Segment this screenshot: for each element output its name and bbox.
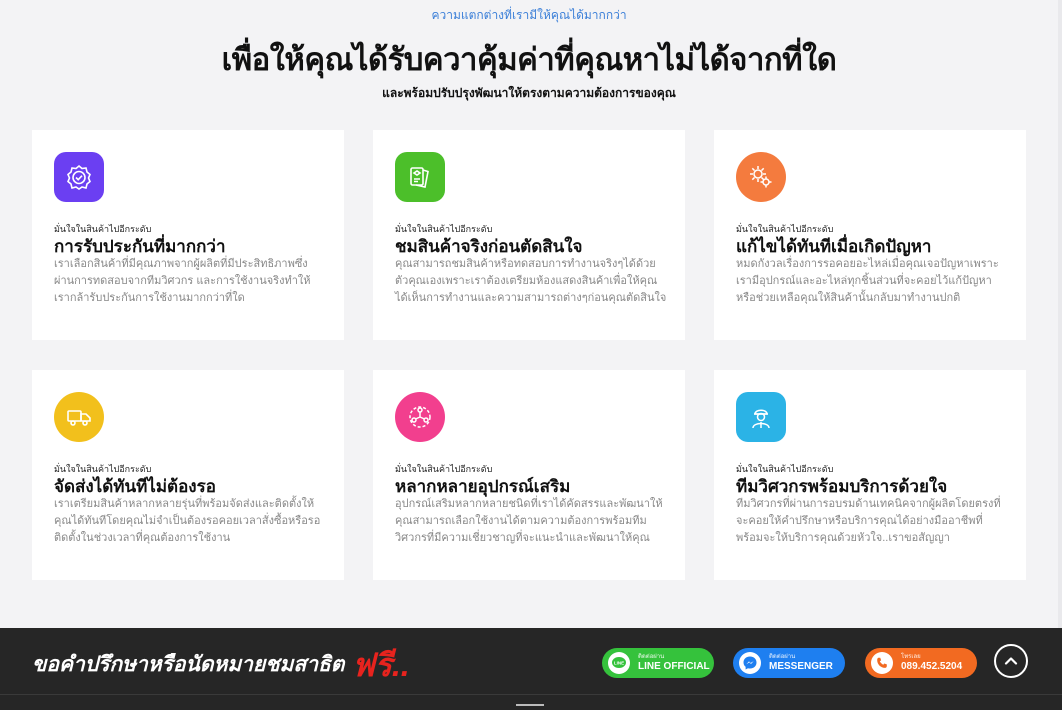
scroll-to-top-button[interactable] [994, 644, 1028, 678]
cta-text: ขอคำปรึกษาหรือนัดหมายชมสาธิต [32, 653, 345, 676]
engineer-icon [736, 392, 786, 442]
feature-card-showroom: มั่นใจในสินค้าไปอีกระดับ ชมสินค้าจริงก่อ… [373, 130, 685, 340]
card-description: ทีมวิศวกรที่ผ่านการอบรมด้านเทคนิคจากผู้ผ… [736, 498, 1001, 544]
messenger-label: MESSENGER [769, 661, 833, 672]
bottom-divider [0, 694, 1062, 695]
chevron-up-icon [1004, 657, 1018, 665]
feature-card-delivery: มั่นใจในสินค้าไปอีกระดับ จัดส่งได้ทันทีไ… [32, 370, 344, 580]
page-scrollbar[interactable] [1058, 0, 1062, 628]
contact-bar: ขอคำปรึกษาหรือนัดหมายชมสาธิต ฟรี.. LINE … [0, 628, 1062, 710]
feature-card-fix: มั่นใจในสินค้าไปอีกระดับ แก้ไขได้ทันทีเม… [714, 130, 1026, 340]
messenger-small-label: ติดต่อผ่าน [769, 654, 796, 660]
messenger-button[interactable]: ติดต่อผ่าน MESSENGER [733, 648, 845, 678]
card-description: คุณสามารถชมสินค้าหรือทดสอบการทำงานจริงๆไ… [395, 258, 667, 304]
card-description: เราเตรียมสินค้าหลากหลายรุ่นที่พร้อมจัดส่… [54, 498, 321, 544]
section-kicker: ความแตกต่างที่เรามีให้คุณได้มากกว่า [431, 8, 627, 22]
network-icon [395, 392, 445, 442]
phone-number: 089.452.5204 [901, 661, 963, 672]
product-cards-icon [395, 152, 445, 202]
phone-icon [871, 652, 893, 674]
section-subhead: และพร้อมปรับปรุงพัฒนาให้ตรงตามความต้องกา… [382, 86, 676, 100]
badge-check-icon [54, 152, 104, 202]
delivery-truck-icon [54, 392, 104, 442]
section-headline: เพื่อให้คุณได้รับควาคุ้มค่าที่คุณหาไม่ได… [221, 42, 837, 77]
card-description: เราเลือกสินค้าที่มีคุณภาพจากผู้ผลิตที่มี… [54, 258, 311, 304]
cta-free-label: ฟรี.. [352, 647, 410, 683]
card-description: หมดกังวลเรื่องการรอคอยอะไหล่เมื่อคุณเจอป… [736, 258, 999, 304]
line-label: LINE OFFICIAL [638, 661, 710, 672]
card-description: อุปกรณ์เสริมหลากหลายชนิดที่เราได้คัดสรรแ… [395, 498, 663, 544]
drawer-grip-handle[interactable] [516, 704, 544, 706]
gears-icon [736, 152, 786, 202]
phone-call-button[interactable]: โทรเลย 089.452.5204 [865, 648, 977, 678]
phone-small-label: โทรเลย [901, 654, 921, 660]
feature-card-accessories: มั่นใจในสินค้าไปอีกระดับ หลากหลายอุปกรณ์… [373, 370, 685, 580]
feature-card-engineers: มั่นใจในสินค้าไปอีกระดับ ทีมวิศวกรพร้อมบ… [714, 370, 1026, 580]
svg-text:LINE: LINE [614, 660, 624, 665]
feature-card-warranty: มั่นใจในสินค้าไปอีกระดับ การรับประกันที่… [32, 130, 344, 340]
messenger-icon [739, 652, 761, 674]
line-icon: LINE [608, 652, 630, 674]
line-small-label: ติดต่อผ่าน [638, 654, 665, 660]
line-official-button[interactable]: LINE ติดต่อผ่าน LINE OFFICIAL [602, 648, 714, 678]
